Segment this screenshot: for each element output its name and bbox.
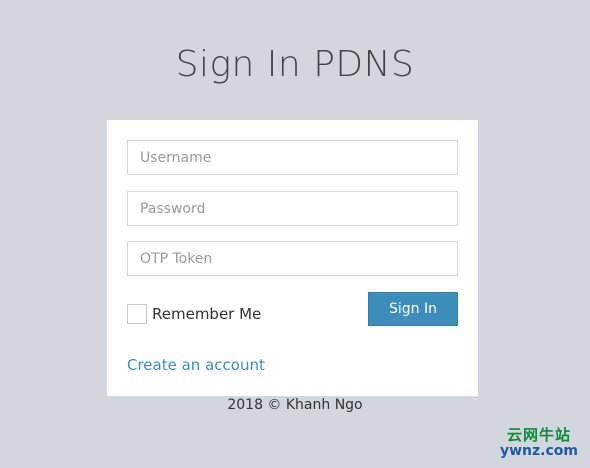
watermark-text-en: ywnz.com <box>500 442 578 459</box>
watermark-text-cn: 云网牛站 <box>506 426 571 444</box>
username-input[interactable] <box>127 140 458 175</box>
remember-me-checkbox[interactable] <box>127 304 147 324</box>
login-box: Remember Me Sign In Create an account <box>107 120 478 396</box>
sign-in-button[interactable]: Sign In <box>368 292 458 326</box>
otp-token-input[interactable] <box>127 241 458 276</box>
create-account-link[interactable]: Create an account <box>127 356 265 374</box>
remember-me[interactable]: Remember Me <box>127 302 261 326</box>
watermark-logo: 云网牛站 ywnz.com <box>500 426 578 459</box>
footer-copyright: 2018 © Khanh Ngo <box>227 397 363 413</box>
page-title: Sign In PDNS <box>175 44 415 85</box>
password-input[interactable] <box>127 191 458 226</box>
remember-me-label: Remember Me <box>152 305 262 323</box>
